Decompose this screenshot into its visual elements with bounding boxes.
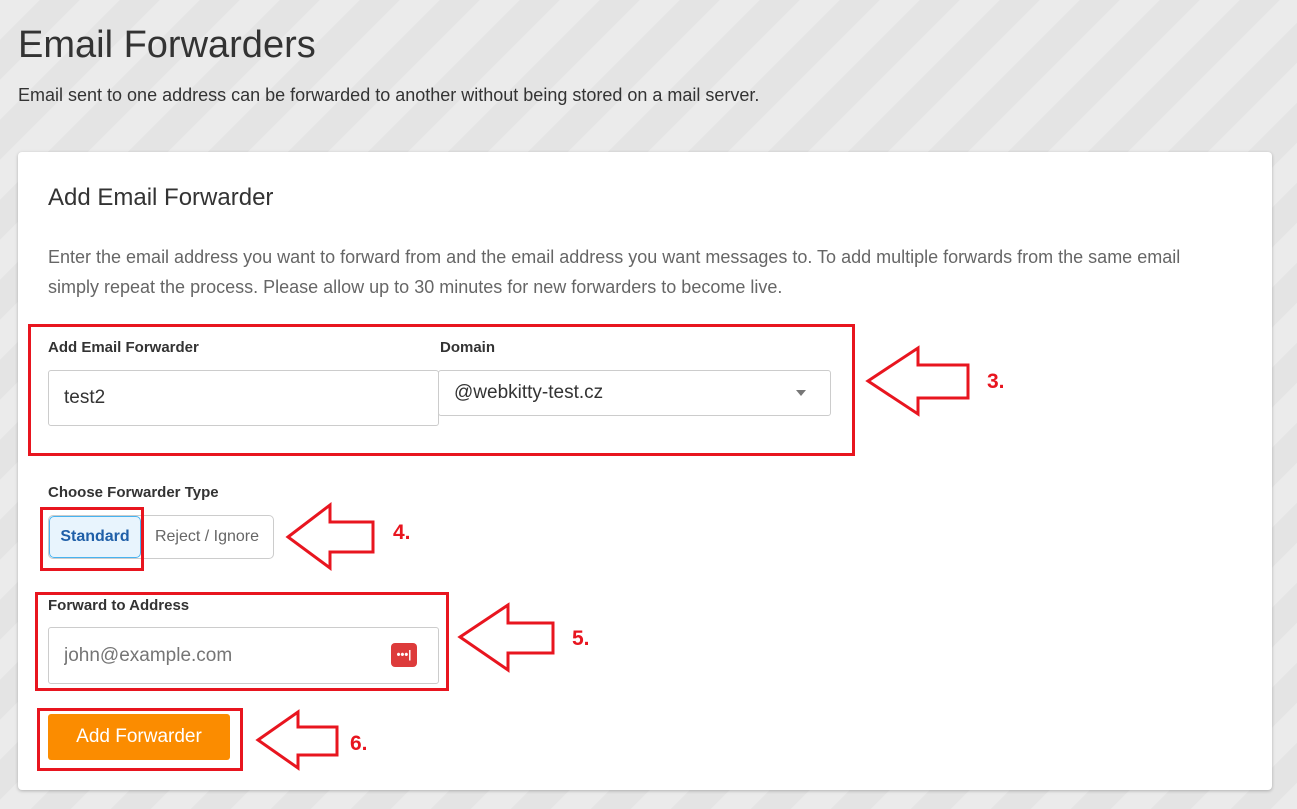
arrow-left-icon (457, 602, 555, 673)
annotation-number-3: 3. (987, 370, 1005, 393)
annotation-number-5: 5. (572, 627, 590, 650)
annotation-number-4: 4. (393, 521, 411, 544)
annotation-number-6: 6. (350, 732, 368, 755)
arrow-left-icon (255, 709, 339, 771)
arrow-left-icon (285, 501, 375, 571)
arrow-left-icon (865, 345, 970, 417)
annotation-arrows (255, 345, 970, 771)
